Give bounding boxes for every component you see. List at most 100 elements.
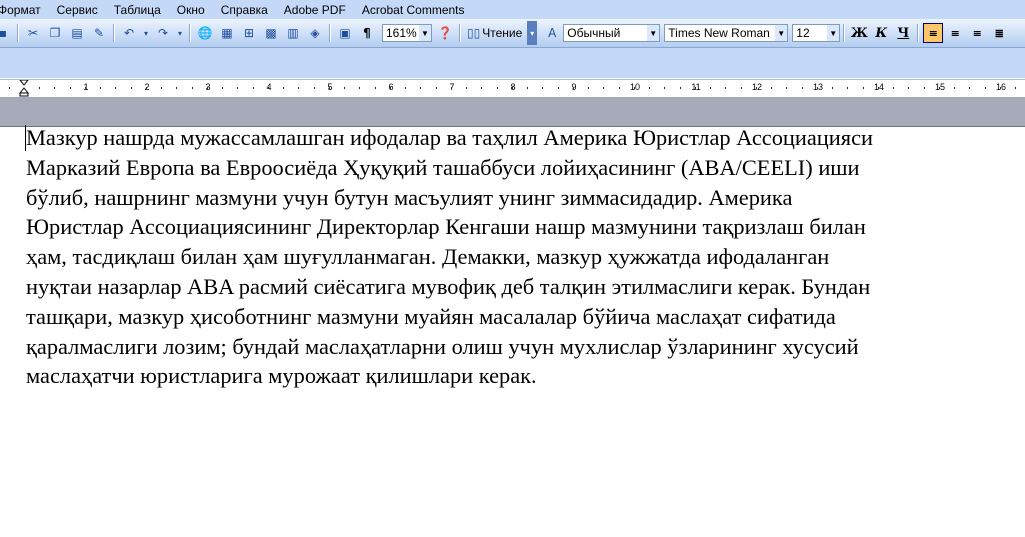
ruler-tick (847, 87, 848, 89)
ruler-number: 10 (629, 82, 641, 92)
menu-acrobat-comments[interactable]: Acrobat Comments (354, 3, 473, 17)
font-select[interactable]: Times New Roman ▼ (664, 24, 789, 42)
paragraph-line: Мазкур нашрда мужассамлашган ифодалар ва… (26, 125, 873, 150)
font-size-select[interactable]: 12 ▼ (792, 24, 841, 42)
ruler-tick (451, 87, 452, 89)
ruler-tick (512, 87, 513, 89)
ruler-tick (893, 87, 894, 89)
ruler-tick (863, 87, 864, 89)
ruler-number: 15 (934, 82, 946, 92)
styles-formatting-icon[interactable]: A (543, 24, 561, 42)
bold-button[interactable]: Ж (849, 23, 869, 43)
ruler-tick (466, 87, 467, 89)
ruler-tick (634, 87, 635, 89)
redo-dropdown-icon[interactable]: ▾ (176, 24, 184, 42)
toolbar-area (0, 48, 1025, 78)
menu-window[interactable]: Окно (169, 3, 213, 17)
separator (17, 24, 19, 42)
paragraph-line: маслаҳатчи юристларига мурожаат қилишлар… (26, 363, 537, 389)
copy-icon[interactable]: ❐ (46, 24, 64, 42)
document-paragraph[interactable]: Мазкур нашрда мужассамлашган ифодалар ва… (26, 123, 1011, 391)
horizontal-ruler[interactable]: 1 2 3 4 5 6 7 8 9 10 11 12 13 14 15 16 (0, 79, 1025, 97)
ruler-tick (237, 87, 238, 89)
ruler-tick (573, 87, 574, 89)
ruler-tick (1000, 87, 1001, 89)
ruler-tick (924, 87, 925, 89)
align-right-button[interactable]: ≡ (967, 23, 987, 43)
toolbar-options-icon[interactable]: ▾ (527, 21, 538, 45)
ruler-tick (176, 87, 177, 89)
ruler-tick (9, 87, 10, 89)
zoom-select[interactable]: 161% ▼ (382, 24, 432, 42)
indent-marker-icon[interactable] (19, 80, 29, 97)
reading-mode-button[interactable]: ▯▯ Чтение (464, 26, 525, 40)
menu-bar: Формат Сервис Таблица Окно Справка Adobe… (0, 0, 1025, 19)
menu-adobe-pdf[interactable]: Adobe PDF (276, 3, 354, 17)
menu-help[interactable]: Справка (213, 3, 276, 17)
ruler-tick (481, 87, 482, 89)
ruler-tick (268, 87, 269, 89)
ruler-tick (100, 87, 101, 89)
paragraph-line: ҳам, тасдиқлаш билан ҳам шуғулланмаган. … (26, 244, 830, 270)
ruler-number: 13 (812, 82, 824, 92)
ruler-tick (375, 87, 376, 89)
ruler-tick (420, 87, 421, 89)
justify-button[interactable]: ≣ (989, 23, 1009, 43)
ruler-tick (664, 87, 665, 89)
undo-icon[interactable]: ↶ (120, 24, 138, 42)
justify-icon: ≣ (994, 26, 1004, 40)
separator (843, 24, 846, 42)
paste-icon[interactable]: ▤ (68, 24, 86, 42)
ruler-tick (588, 87, 589, 89)
ruler-tick (207, 87, 208, 89)
ruler-tick (283, 87, 284, 89)
menu-service[interactable]: Сервис (49, 3, 106, 17)
separator (329, 24, 331, 42)
ruler-tick (390, 87, 391, 89)
undo-dropdown-icon[interactable]: ▾ (142, 24, 150, 42)
ruler-tick (253, 87, 254, 89)
ruler-tick (939, 87, 940, 89)
ruler-tick (710, 87, 711, 89)
ruler-tick (680, 87, 681, 89)
format-painter-icon[interactable]: ✎ (90, 24, 108, 42)
underline-button[interactable]: Ч (893, 23, 913, 43)
insert-excel-icon[interactable]: ▩ (262, 24, 280, 42)
chevron-down-icon: ▼ (419, 25, 431, 41)
ruler-tick (222, 87, 223, 89)
menu-format[interactable]: Формат (0, 3, 49, 17)
insert-table-icon[interactable]: ⊞ (240, 24, 258, 42)
ruler-number: 14 (873, 82, 885, 92)
style-select[interactable]: Обычный ▼ (563, 24, 661, 42)
document-map-icon[interactable]: ▣ (336, 24, 354, 42)
paragraph-line: ташқари, мазкур ҳисоботнинг мазмуни муай… (26, 303, 836, 329)
tables-borders-icon[interactable]: ▦ (218, 24, 236, 42)
ruler-tick (985, 87, 986, 89)
separator (113, 24, 115, 42)
ruler-tick (344, 87, 345, 89)
italic-button[interactable]: К (871, 23, 891, 43)
align-left-button[interactable]: ≡ (923, 23, 944, 43)
show-hide-icon[interactable]: ¶ (358, 24, 376, 42)
toolbar: ▪ ✂ ❐ ▤ ✎ ↶ ▾ ↷ ▾ 🌐 ▦ ⊞ ▩ ▥ ◈ ▣ ¶ 161% ▼… (0, 19, 1025, 48)
menu-table[interactable]: Таблица (106, 3, 169, 17)
help-icon[interactable]: ❓ (436, 24, 454, 42)
drawing-icon[interactable]: ◈ (306, 24, 324, 42)
columns-icon[interactable]: ▥ (284, 24, 302, 42)
ruler-tick (878, 87, 879, 89)
align-center-icon: ≡ (950, 26, 960, 40)
ruler-tick (817, 87, 818, 89)
ruler-tick (832, 87, 833, 89)
redo-icon[interactable]: ↷ (154, 24, 172, 42)
chevron-down-icon: ▼ (775, 25, 788, 41)
preview-icon[interactable]: ▪ (0, 24, 12, 42)
ruler-number: 16 (995, 82, 1007, 92)
cut-icon[interactable]: ✂ (24, 24, 42, 42)
align-center-button[interactable]: ≡ (945, 23, 965, 43)
ruler-tick (619, 87, 620, 89)
ruler-tick (314, 87, 315, 89)
ruler-tick (954, 87, 955, 89)
ruler-tick (725, 87, 726, 89)
hyperlink-icon[interactable]: 🌐 (196, 24, 214, 42)
ruler-tick (329, 87, 330, 89)
